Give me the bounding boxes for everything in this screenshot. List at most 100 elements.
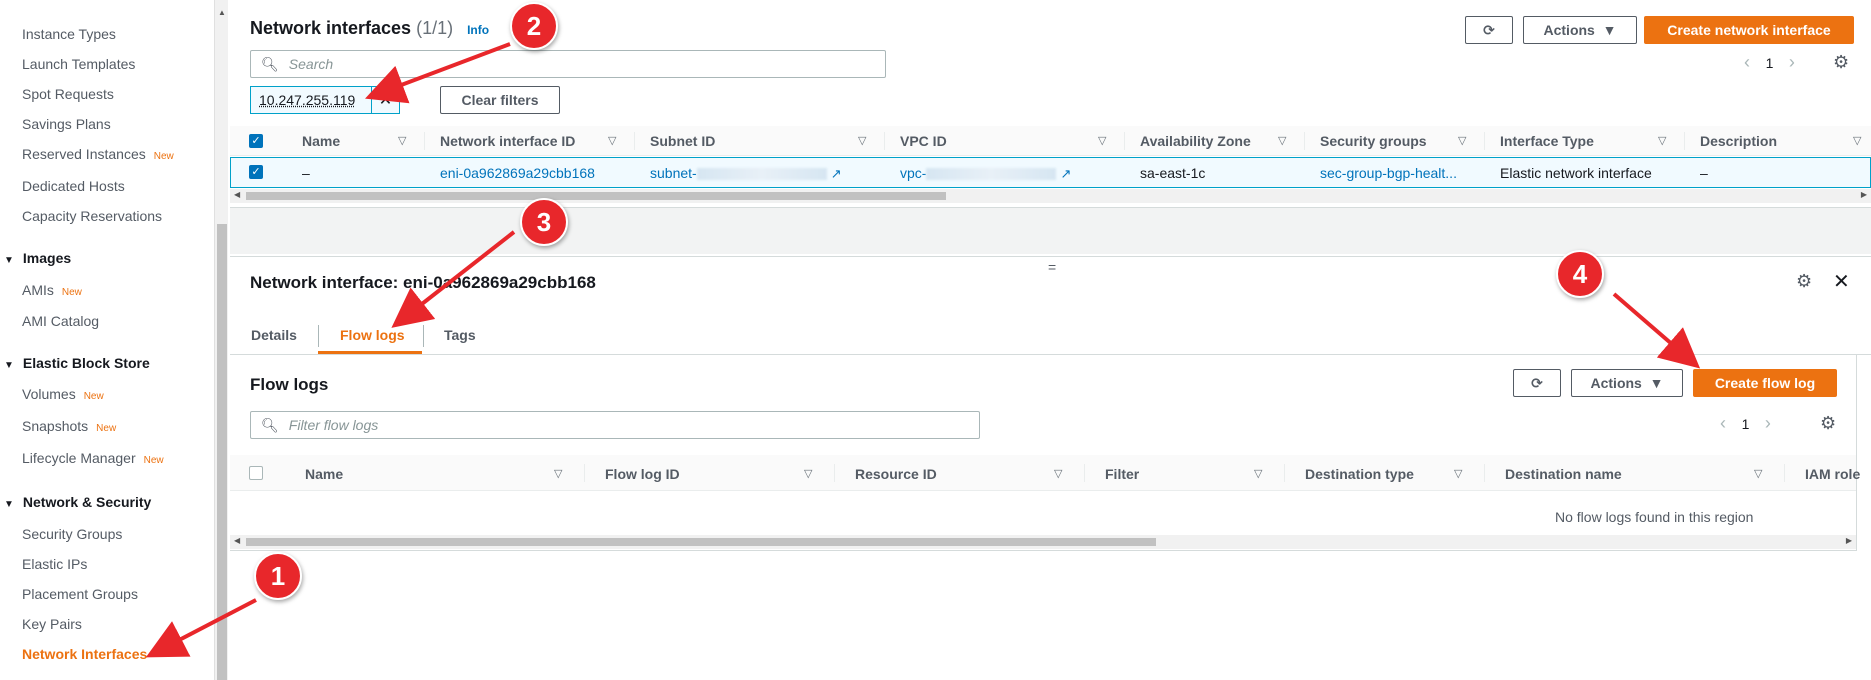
sort-icon[interactable]: ▽	[554, 467, 562, 480]
page-number[interactable]: 1	[1766, 55, 1774, 71]
table-horizontal-scrollbar[interactable]: ◀ ▶	[230, 189, 1871, 203]
sort-icon[interactable]: ▽	[398, 134, 406, 147]
page-number[interactable]: 1	[1742, 416, 1750, 432]
security-group-link[interactable]: sec-group-bgp-healt...	[1320, 165, 1457, 181]
close-icon[interactable]: ✕	[1833, 269, 1850, 294]
refresh-button[interactable]: ⟳	[1513, 369, 1561, 397]
scroll-left-icon[interactable]: ◀	[234, 190, 240, 199]
scroll-right-icon[interactable]: ▶	[1846, 536, 1852, 545]
chevron-right-icon[interactable]: ›	[1765, 413, 1771, 433]
column-separator	[1124, 132, 1125, 150]
sidebar-item-amis[interactable]: AMIs New	[22, 282, 82, 298]
tab-flow-logs[interactable]: Flow logs	[340, 327, 405, 343]
column-header-interface-type[interactable]: Interface Type	[1500, 133, 1594, 149]
select-all-checkbox[interactable]	[249, 466, 263, 480]
sort-icon[interactable]: ▽	[1658, 134, 1666, 147]
sidebar-item-placement-groups[interactable]: Placement Groups	[22, 586, 138, 602]
row-checkbox[interactable]: ✓	[249, 165, 263, 179]
column-header-availability-zone[interactable]: Availability Zone	[1140, 133, 1251, 149]
sort-icon[interactable]: ▽	[1278, 134, 1286, 147]
column-header-name[interactable]: Name	[302, 133, 340, 149]
scrollbar-thumb[interactable]	[217, 224, 227, 680]
sort-icon[interactable]: ▽	[1754, 467, 1762, 480]
sidebar-section-ebs[interactable]: ▼ Elastic Block Store	[4, 355, 150, 371]
sidebar-item-elastic-ips[interactable]: Elastic IPs	[22, 556, 87, 572]
column-separator	[1484, 132, 1485, 150]
filter-flow-logs-input[interactable]: 🔍︎ Filter flow logs	[250, 411, 980, 439]
column-header-name[interactable]: Name	[305, 466, 343, 482]
sidebar-item-reserved-instances[interactable]: Reserved Instances New	[22, 146, 174, 162]
chevron-right-icon[interactable]: ›	[1789, 52, 1795, 72]
sidebar-item-network-interfaces[interactable]: Network Interfaces	[22, 646, 147, 662]
sidebar-item-instance-types[interactable]: Instance Types	[22, 26, 116, 42]
subnet-id-link[interactable]: subnet- ↗	[650, 165, 842, 182]
sidebar-item-key-pairs[interactable]: Key Pairs	[22, 616, 82, 632]
select-all-checkbox[interactable]: ✓	[249, 134, 263, 148]
sort-icon[interactable]: ▽	[804, 467, 812, 480]
sidebar-item-capacity-reservations[interactable]: Capacity Reservations	[22, 208, 162, 224]
search-input[interactable]: 🔍︎ Search	[250, 50, 886, 78]
column-header-vpc-id[interactable]: VPC ID	[900, 133, 947, 149]
settings-gear-icon[interactable]: ⚙	[1796, 271, 1812, 292]
sort-icon[interactable]: ▽	[858, 134, 866, 147]
create-flow-log-button[interactable]: Create flow log	[1693, 369, 1837, 397]
sort-icon[interactable]: ▽	[1853, 134, 1861, 147]
sort-icon[interactable]: ▽	[1054, 467, 1062, 480]
sidebar-item-security-groups[interactable]: Security Groups	[22, 526, 122, 542]
filter-token[interactable]: 10.247.255.119 ✕	[250, 86, 400, 114]
actions-dropdown[interactable]: Actions ▼	[1523, 16, 1637, 44]
sort-icon[interactable]: ▽	[608, 134, 616, 147]
resize-handle-icon[interactable]: =	[1048, 259, 1056, 275]
eni-id-link[interactable]: eni-0a962869a29cbb168	[440, 165, 595, 181]
settings-gear-icon[interactable]: ⚙	[1820, 413, 1836, 434]
scroll-left-icon[interactable]: ◀	[234, 536, 240, 545]
column-header-security-groups[interactable]: Security groups	[1320, 133, 1427, 149]
info-link[interactable]: Info	[467, 23, 489, 37]
sort-icon[interactable]: ▽	[1254, 467, 1262, 480]
settings-gear-icon[interactable]: ⚙	[1833, 52, 1849, 73]
scrollbar-thumb[interactable]	[246, 192, 946, 200]
column-header-iam-role[interactable]: IAM role	[1805, 466, 1860, 482]
sidebar-item-savings-plans[interactable]: Savings Plans	[22, 116, 111, 132]
sidebar-item-dedicated-hosts[interactable]: Dedicated Hosts	[22, 178, 125, 194]
new-badge: New	[96, 423, 117, 434]
column-header-eni-id[interactable]: Network interface ID	[440, 133, 575, 149]
table-row[interactable]: ✓ – eni-0a962869a29cbb168 subnet- ↗ vpc- ↗…	[230, 157, 1871, 188]
sidebar-item-volumes[interactable]: Volumes New	[22, 386, 104, 402]
scrollbar-thumb[interactable]	[246, 538, 1156, 546]
sidebar-item-snapshots[interactable]: Snapshots New	[22, 418, 116, 434]
sort-icon[interactable]: ▽	[1458, 134, 1466, 147]
sidebar-item-spot-requests[interactable]: Spot Requests	[22, 86, 114, 102]
column-separator	[1484, 464, 1485, 482]
sidebar-item-launch-templates[interactable]: Launch Templates	[22, 56, 135, 72]
sort-icon[interactable]: ▽	[1454, 467, 1462, 480]
column-header-destination-name[interactable]: Destination name	[1505, 466, 1622, 482]
sidebar-scrollbar[interactable]: ▲	[214, 0, 228, 680]
scroll-right-icon[interactable]: ▶	[1861, 190, 1867, 199]
column-separator	[424, 132, 425, 150]
column-header-filter[interactable]: Filter	[1105, 466, 1139, 482]
refresh-button[interactable]: ⟳	[1465, 16, 1513, 44]
column-header-subnet-id[interactable]: Subnet ID	[650, 133, 715, 149]
column-header-destination-type[interactable]: Destination type	[1305, 466, 1414, 482]
tab-tags[interactable]: Tags	[444, 327, 476, 343]
column-header-flow-log-id[interactable]: Flow log ID	[605, 466, 680, 482]
create-network-interface-button[interactable]: Create network interface	[1644, 16, 1854, 44]
sidebar-section-network-security[interactable]: ▼ Network & Security	[4, 494, 151, 510]
chevron-left-icon[interactable]: ‹	[1720, 413, 1726, 433]
sidebar-section-images[interactable]: ▼ Images	[4, 250, 71, 266]
flow-logs-horizontal-scrollbar[interactable]: ◀ ▶	[230, 535, 1856, 549]
clear-filters-button[interactable]: Clear filters	[440, 86, 560, 114]
column-header-resource-id[interactable]: Resource ID	[855, 466, 937, 482]
caret-down-icon: ▼	[4, 499, 14, 510]
scroll-up-icon[interactable]: ▲	[218, 8, 226, 17]
vpc-id-link[interactable]: vpc- ↗	[900, 165, 1071, 182]
actions-dropdown[interactable]: Actions ▼	[1571, 369, 1683, 397]
sidebar-item-ami-catalog[interactable]: AMI Catalog	[22, 313, 99, 329]
sort-icon[interactable]: ▽	[1098, 134, 1106, 147]
chevron-left-icon[interactable]: ‹	[1744, 52, 1750, 72]
tab-details[interactable]: Details	[251, 327, 297, 343]
column-header-description[interactable]: Description	[1700, 133, 1777, 149]
close-icon[interactable]: ✕	[371, 87, 399, 113]
sidebar-item-lifecycle-manager[interactable]: Lifecycle Manager New	[22, 450, 164, 466]
